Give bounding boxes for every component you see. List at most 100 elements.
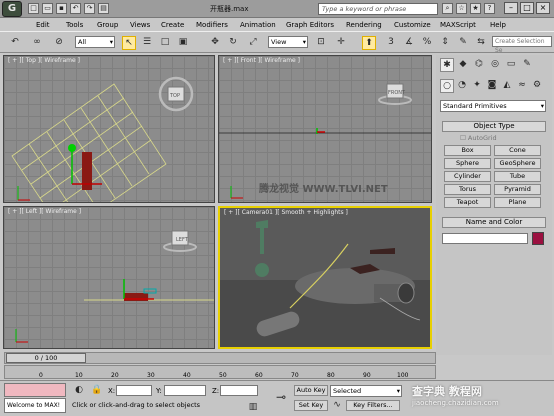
plane-button[interactable]: Plane [494,197,541,208]
menu-animation[interactable]: Animation [240,19,276,31]
utilities-tab-icon[interactable]: ✎ [520,58,534,72]
object-name-field[interactable] [442,233,528,244]
select-and-link-icon[interactable]: ∞ [30,36,44,50]
snaps-toggle-icon[interactable]: 3 [384,36,398,50]
maximize-button[interactable]: □ [520,2,534,14]
save-icon[interactable]: ▪ [56,3,67,14]
cone-button[interactable]: Cone [494,145,541,156]
track-bar[interactable]: 0 10 20 30 40 50 60 70 80 90 100 [4,365,436,379]
create-tab-icon[interactable]: ✱ [440,58,454,72]
time-tag-icon[interactable]: ▥ [246,401,260,415]
torus-button[interactable]: Torus [444,184,491,195]
spinner-snap-icon[interactable]: ⇕ [438,36,452,50]
set-key-button[interactable]: Set Key [294,400,328,411]
viewport-top[interactable]: [ + ][ Top ][ Wireframe ] TOP [3,55,215,203]
tube-button[interactable]: Tube [494,171,541,182]
angle-snap-icon[interactable]: ∡ [402,36,416,50]
time-slider[interactable]: 0 / 100 [4,352,436,365]
percent-snap-icon[interactable]: % [420,36,434,50]
help-icon[interactable]: ? [484,3,495,14]
set-key-icon[interactable]: ⊸ [274,391,288,405]
cameras-icon[interactable]: ◙ [485,79,499,93]
key-filters-button[interactable]: Key Filters... [346,400,400,411]
lights-icon[interactable]: ✦ [470,79,484,93]
key-mode-dropdown[interactable]: Selected [330,385,402,397]
select-and-move-icon[interactable]: ✥ [208,36,222,50]
viewport-camera[interactable]: [ + ][ Camera01 ][ Smooth + Highlights ] [218,206,432,349]
hierarchy-tab-icon[interactable]: ⌬ [472,58,486,72]
select-and-scale-icon[interactable]: ⤢ [246,36,260,50]
selection-filter-dropdown[interactable]: All [75,36,115,48]
window-crossing-icon[interactable]: ▣ [176,36,190,50]
pyramid-button[interactable]: Pyramid [494,184,541,195]
menu-customize[interactable]: Customize [394,19,431,31]
systems-icon[interactable]: ⚙ [530,79,544,93]
unlink-icon[interactable]: ⊘ [52,36,66,50]
isolate-selection-icon[interactable]: ◐ [72,384,86,398]
search-icon[interactable]: ⌕ [442,3,453,14]
open-file-icon[interactable]: ▭ [42,3,53,14]
object-type-rollout[interactable]: Object Type [442,121,546,132]
menu-maxscript[interactable]: MAXScript [440,19,476,31]
select-and-rotate-icon[interactable]: ↻ [226,36,240,50]
tick-20: 20 [111,372,119,379]
menu-tools[interactable]: Tools [66,19,83,31]
close-button[interactable]: × [536,2,550,14]
select-by-name-icon[interactable]: ☰ [140,36,154,50]
menu-views[interactable]: Views [130,19,150,31]
autogrid-checkbox[interactable]: ☐ AutoGrid [460,134,497,142]
rectangular-selection-icon[interactable]: □ [158,36,172,50]
minimize-button[interactable]: – [504,2,518,14]
app-logo-icon[interactable]: G [2,1,22,17]
object-category-dropdown[interactable]: Standard Primitives [440,100,546,112]
mirror-icon[interactable]: ⇆ [474,36,488,50]
motion-tab-icon[interactable]: ◎ [488,58,502,72]
viewport-left[interactable]: [ + ][ Left ][ Wireframe ] LEFT [3,206,215,349]
shapes-icon[interactable]: ◔ [455,79,469,93]
reference-coordinate-dropdown[interactable]: View [268,36,308,48]
auto-key-button[interactable]: Auto Key [294,385,328,396]
menu-create[interactable]: Create [161,19,184,31]
project-folder-icon[interactable]: ▤ [98,3,109,14]
menu-help[interactable]: Help [490,19,506,31]
name-and-color-rollout[interactable]: Name and Color [442,217,546,228]
display-tab-icon[interactable]: ▭ [504,58,518,72]
keyboard-shortcut-toggle-icon[interactable]: ⬆ [362,36,376,50]
helpers-icon[interactable]: ◭ [500,79,514,93]
geosphere-button[interactable]: GeoSphere [494,158,541,169]
communication-center-icon[interactable]: ☆ [456,3,467,14]
maxscript-listener[interactable]: Welcome to MAX! [4,398,66,413]
new-file-icon[interactable]: □ [28,3,39,14]
modify-tab-icon[interactable]: ◆ [456,58,470,72]
undo-icon[interactable]: ↶ [70,3,81,14]
select-object-icon[interactable]: ↖ [122,36,136,50]
space-warps-icon[interactable]: ≈ [515,79,529,93]
x-coord-field[interactable] [116,385,152,396]
named-selection-sets-input[interactable]: Create Selection Se [492,36,552,54]
selection-lock-icon[interactable]: 🔒 [90,384,104,398]
menu-rendering[interactable]: Rendering [346,19,382,31]
favorites-icon[interactable]: ★ [470,3,481,14]
default-in-out-tangents-icon[interactable]: ∿ [330,399,344,413]
cylinder-button[interactable]: Cylinder [444,171,491,182]
maxscript-listener-top[interactable] [4,383,66,397]
search-input[interactable]: Type a keyword or phrase [318,3,438,15]
menu-graph-editors[interactable]: Graph Editors [286,19,334,31]
undo-icon[interactable]: ↶ [8,36,22,50]
menu-edit[interactable]: Edit [36,19,50,31]
teapot-button[interactable]: Teapot [444,197,491,208]
redo-icon[interactable]: ↷ [84,3,95,14]
geometry-icon[interactable]: ○ [440,79,454,93]
sphere-button[interactable]: Sphere [444,158,491,169]
object-color-swatch[interactable] [532,232,544,245]
z-coord-field[interactable] [220,385,258,396]
menu-group[interactable]: Group [97,19,118,31]
pivot-center-icon[interactable]: ⊡ [314,36,328,50]
box-button[interactable]: Box [444,145,491,156]
viewport-front[interactable]: [ + ][ Front ][ Wireframe ] FRONT 腾龙视觉 W… [218,55,432,203]
time-slider-thumb[interactable]: 0 / 100 [6,353,86,363]
select-manipulate-icon[interactable]: ✛ [334,36,348,50]
y-coord-field[interactable] [164,385,206,396]
menu-modifiers[interactable]: Modifiers [196,19,228,31]
edit-named-selection-icon[interactable]: ✎ [456,36,470,50]
